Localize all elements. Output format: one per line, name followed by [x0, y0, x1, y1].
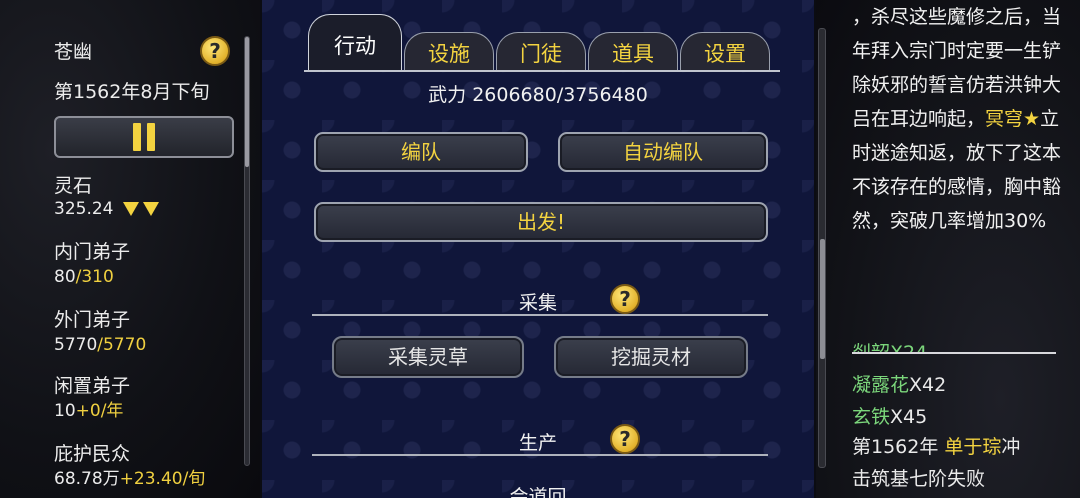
spirit-stone-label: 灵石	[54, 175, 93, 197]
sheltered-people-value: 68.78万+23.40/旬	[54, 469, 206, 489]
sect-name: 苍幽	[54, 41, 93, 63]
action-panel: 武力 2606680/3756480 编队 自动编队 出发! 采集 采集灵草 挖…	[262, 0, 814, 498]
tab-facilities[interactable]: 设施	[404, 32, 494, 72]
tab-disciples[interactable]: 门徒	[496, 32, 586, 72]
outer-disciples-label: 外门弟子	[54, 309, 131, 331]
gather-help-icon[interactable]: ?	[610, 284, 640, 314]
tab-action[interactable]: 行动	[308, 14, 402, 70]
sect-status-panel: 苍幽 ? 第1562年8月下旬 灵石 325.24 内门弟子 80/310 外门…	[0, 0, 260, 498]
produce-section-title: 生产	[518, 432, 557, 454]
loot-partial: 剡韶X24	[852, 336, 927, 352]
loot-item: 凝露花X42	[852, 374, 947, 396]
next-section-title: 会道回	[509, 486, 567, 498]
auto-formation-button[interactable]: 自动编队	[558, 132, 768, 172]
inner-disciples-label: 内门弟子	[54, 241, 131, 263]
idle-disciples-label: 闲置弟子	[54, 375, 131, 397]
tab-settings[interactable]: 设置	[680, 32, 770, 72]
gather-herbs-button[interactable]: 采集灵草	[332, 336, 524, 378]
log-divider	[852, 352, 1056, 354]
inner-disciples-value: 80/310	[54, 267, 114, 287]
tab-items[interactable]: 道具	[588, 32, 678, 72]
gather-section-title: 采集	[518, 292, 557, 314]
game-date: 第1562年8月下旬	[54, 81, 210, 103]
formation-button[interactable]: 编队	[314, 132, 528, 172]
left-scroll-thumb[interactable]	[245, 37, 249, 167]
mine-materials-button[interactable]: 挖掘灵材	[554, 336, 748, 378]
event-entry-cont: 击筑基七阶失败	[852, 468, 986, 490]
sheltered-people-label: 庇护民众	[54, 443, 131, 465]
outer-disciples-value: 5770/5770	[54, 335, 147, 355]
log-scroll-thumb[interactable]	[820, 239, 825, 359]
disciple-name[interactable]: 单于琮	[944, 436, 1001, 458]
decrease-arrow-icon	[122, 202, 139, 216]
event-entry: 第1562年 单于琮冲	[852, 436, 1021, 458]
pause-button[interactable]	[54, 116, 234, 158]
depart-button[interactable]: 出发!	[314, 202, 768, 242]
produce-divider	[312, 454, 768, 456]
sect-help-icon[interactable]: ?	[200, 36, 230, 66]
gather-divider	[312, 314, 768, 316]
pause-icon	[133, 123, 141, 151]
disciple-name[interactable]: 冥穹★	[985, 108, 1040, 130]
idle-disciples-value: 10+0/年	[54, 401, 124, 421]
loot-item: 玄铁X45	[852, 406, 928, 428]
spirit-stone-value: 325.24	[54, 198, 159, 220]
tab-divider	[304, 70, 780, 72]
produce-help-icon[interactable]: ?	[610, 424, 640, 454]
left-scrollbar[interactable]	[244, 36, 250, 466]
log-scrollbar[interactable]	[818, 28, 826, 468]
martial-power: 武力 2606680/3756480	[428, 84, 648, 106]
event-log-story: ，杀尽这些魔修之后，当年拜入宗门时定要一生铲除妖邪的誓言仿若洪钟大吕在耳边响起，…	[852, 6, 1062, 232]
